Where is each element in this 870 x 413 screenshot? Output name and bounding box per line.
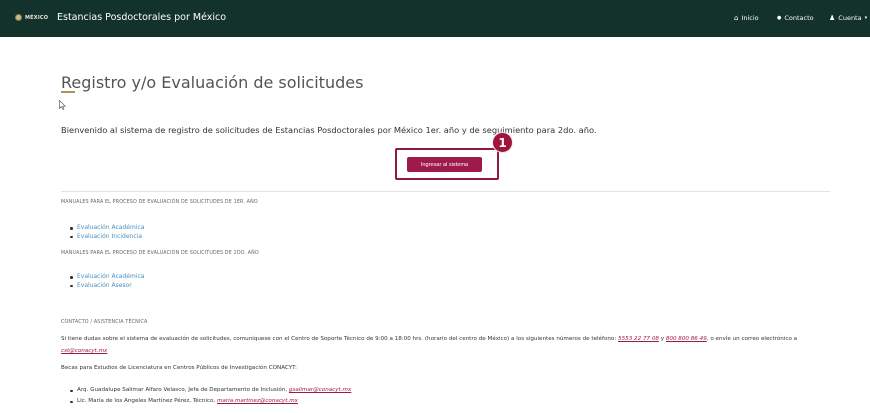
page-title: Registro y/o Evaluación de solicitudes [61, 73, 364, 92]
manuals-heading-2: MANUALES PARA EL PROCESO DE EVALUACIÓN D… [61, 251, 259, 256]
gobierno-logo[interactable]: MÉXICO [15, 14, 48, 21]
contact-text-part: y [658, 336, 666, 342]
top-navbar: MÉXICO Estancias Posdoctorales por Méxic… [0, 0, 870, 37]
chevron-down-icon: ▾ [864, 15, 868, 21]
contact-heading: CONTACTO / ASISTENCIA TÉCNICA [61, 320, 148, 325]
person-email-link[interactable]: maria.martinez@conacyt.mx [217, 398, 298, 404]
phone-link-2[interactable]: 800 800 86 49 [666, 336, 707, 342]
phone-link-1[interactable]: 5553 22 77 08 [618, 336, 659, 342]
chat-icon: ● [777, 14, 782, 21]
nav-item-inicio[interactable]: ⌂ Inicio [734, 14, 759, 22]
nav-label-cuenta: Cuenta [838, 14, 862, 22]
logo-text: MÉXICO [25, 14, 49, 21]
seal-icon [15, 14, 22, 21]
manual-link[interactable]: Evaluación Académica [70, 224, 144, 233]
contact-person: Arq. Guadalupe Salimar Alfaro Velasco, J… [70, 385, 351, 396]
person-text: Lic. María de los Angeles Martínez Pérez… [77, 398, 217, 404]
manuals-list-2: Evaluación Académica Evaluación Asesor [70, 273, 144, 290]
contact-text-part: Si tiene dudas sobre el sistema de evalu… [61, 336, 619, 342]
nav-item-cuenta[interactable]: ♟ Cuenta ▾ [829, 14, 867, 22]
person-email-link[interactable]: gsalimar@conacyt.mx [289, 387, 351, 393]
welcome-text: Bienvenido al sistema de registro de sol… [61, 125, 597, 135]
nav-label-inicio: Inicio [741, 14, 759, 22]
contact-person: Lic. María de los Angeles Martínez Pérez… [70, 396, 351, 407]
home-icon: ⌂ [734, 13, 739, 22]
nav-label-contacto: Contacto [784, 14, 814, 22]
manuals-heading-1: MANUALES PARA EL PROCESO DE EVALUACIÓN D… [61, 200, 258, 205]
email-link[interactable]: cst@conacyt.mx [61, 348, 107, 354]
contact-text-part: , o envíe un correo electrónico a [706, 336, 798, 342]
manual-link[interactable]: Evaluación Asesor [70, 282, 144, 291]
title-underline [61, 91, 75, 93]
manual-link[interactable]: Evaluación Académica [70, 273, 144, 282]
divider [61, 191, 830, 192]
user-icon: ♟ [829, 13, 836, 22]
person-text: Arq. Guadalupe Salimar Alfaro Velasco, J… [77, 387, 289, 393]
manuals-list-1: Evaluación Académica Evaluación Incidenc… [70, 224, 144, 241]
enter-system-button[interactable]: Ingresar al sistema [407, 157, 482, 172]
becas-text: Becas para Estudios de Licenciatura en C… [61, 365, 297, 371]
step-badge: 1 [493, 133, 512, 152]
mouse-cursor-icon [59, 100, 66, 110]
contact-people-list: Arq. Guadalupe Salimar Alfaro Velasco, J… [70, 385, 351, 407]
nav-item-contacto[interactable]: ● Contacto [777, 14, 814, 22]
site-brand[interactable]: Estancias Posdoctorales por México [57, 12, 226, 23]
contact-text: Si tiene dudas sobre el sistema de evalu… [61, 333, 831, 357]
manual-link[interactable]: Evaluación Incidencia [70, 233, 144, 242]
